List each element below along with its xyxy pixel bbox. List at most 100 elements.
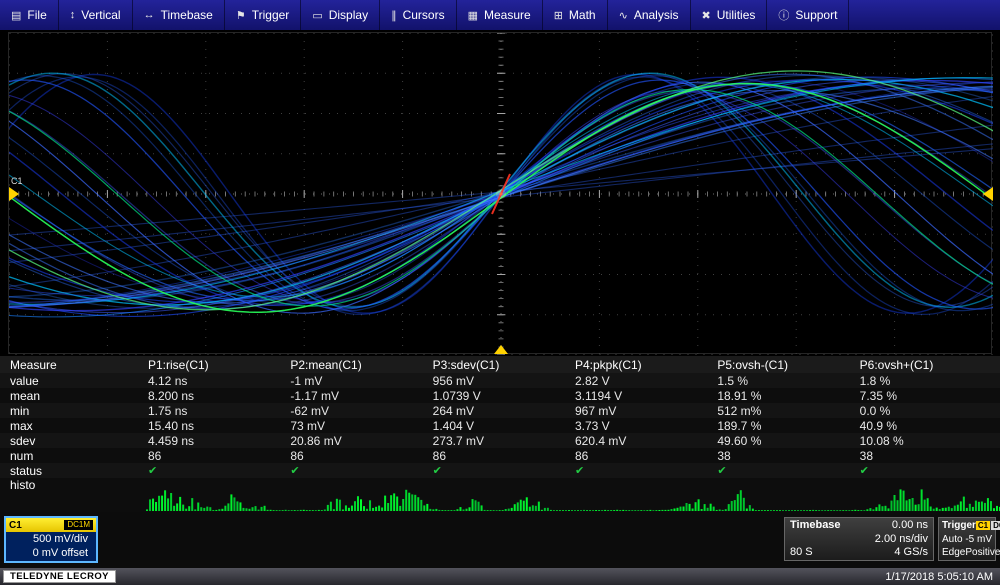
measure-header-p2[interactable]: P2:mean(C1)	[288, 358, 430, 372]
timebase-icon: ↔	[144, 9, 155, 21]
trigger-time-marker[interactable]	[494, 345, 508, 354]
menu-label-cursors: Cursors	[403, 8, 445, 22]
menu-item-cursors[interactable]: ∥ Cursors	[380, 0, 457, 30]
cell-sdev-p2: 20.86 mV	[288, 434, 430, 448]
cell-mean-p2: -1.17 mV	[288, 389, 430, 403]
trigger-icon: ⚑	[236, 9, 246, 22]
cell-mean-p5: 18.91 %	[715, 389, 857, 403]
cell-mean-p3: 1.0739 V	[431, 389, 573, 403]
timebase-title: Timebase	[790, 519, 841, 533]
menu-item-analysis[interactable]: ∿ Analysis	[608, 0, 691, 30]
cell-value-p6: 1.8 %	[858, 374, 1000, 388]
datetime-display: 1/17/2018 5:05:10 AM	[885, 571, 993, 583]
oscilloscope-app: ▤ File ↕Vertical ↔ Timebase ⚑Trigger ▭Disp…	[0, 0, 1000, 585]
cell-num-p5: 38	[715, 449, 857, 463]
cell-min-p5: 512 m%	[715, 404, 857, 418]
status-check-icon: ✔	[146, 464, 288, 477]
status-check-icon: ✔	[431, 464, 573, 477]
waveform-display[interactable]: C1	[8, 32, 992, 354]
menu-item-display[interactable]: ▭Display	[301, 0, 380, 30]
cell-sdev-p5: 49.60 %	[715, 434, 857, 448]
measure-table: Measure P1:rise(C1) P2:mean(C1) P3:sdev(…	[0, 356, 1000, 512]
row-label: histo	[0, 478, 146, 492]
menu-item-vertical[interactable]: ↕Vertical	[59, 0, 133, 30]
menu-label-analysis: Analysis	[634, 8, 679, 22]
measure-row-sdev: sdev 4.459 ns 20.86 mV 273.7 mV 620.4 mV…	[0, 433, 1000, 448]
measure-row-histo: histo	[0, 478, 1000, 512]
cell-num-p4: 86	[573, 449, 715, 463]
timebase-samples: 80 S	[790, 546, 813, 560]
cell-num-p1: 86	[146, 449, 288, 463]
menu-label-timebase: Timebase	[161, 8, 213, 22]
waveform-traces	[9, 33, 993, 355]
menu-item-trigger[interactable]: ⚑Trigger	[225, 0, 301, 30]
measure-row-num: num 86 86 86 86 38 38	[0, 448, 1000, 463]
menu-item-measure[interactable]: ▦ Measure	[457, 0, 543, 30]
status-check-icon: ✔	[573, 464, 715, 477]
cell-min-p4: 967 mV	[573, 404, 715, 418]
measure-header-p5[interactable]: P5:ovsh-(C1)	[715, 358, 857, 372]
descriptor-strip: C1 DC1M 500 mV/div 0 mV offset Timebase …	[0, 512, 1000, 568]
cursors-icon: ∥	[391, 9, 397, 22]
channel-label[interactable]: C1	[11, 176, 23, 186]
measure-header-p6[interactable]: P6:ovsh+(C1)	[858, 358, 1000, 372]
support-icon: ⓘ	[778, 7, 789, 23]
cell-max-p3: 1.404 V	[431, 419, 573, 433]
measure-header-row: Measure P1:rise(C1) P2:mean(C1) P3:sdev(…	[0, 356, 1000, 373]
cell-value-p1: 4.12 ns	[146, 374, 288, 388]
menu-item-utilities[interactable]: ✖Utilities	[691, 0, 768, 30]
row-label: sdev	[0, 434, 146, 448]
trigger-type: Edge	[942, 546, 965, 560]
file-icon: ▤	[11, 9, 21, 22]
cell-min-p6: 0.0 %	[858, 404, 1000, 418]
trigger-descriptor[interactable]: Trigger C1DC Auto -5 mV Edge Positive	[938, 517, 996, 561]
status-check-icon: ✔	[858, 464, 1000, 477]
measure-row-max: max 15.40 ns 73 mV 1.404 V 3.73 V 189.7 …	[0, 418, 1000, 433]
waveform-canvas: C1	[9, 33, 993, 355]
channel-name: C1	[9, 520, 22, 531]
measure-header-p1[interactable]: P1:rise(C1)	[146, 358, 288, 372]
trigger-level-marker[interactable]	[983, 187, 993, 201]
channel-offset: 0 mV offset	[6, 546, 96, 560]
menu-label-file: File	[27, 8, 46, 22]
trigger-source-badge: C1	[976, 521, 990, 530]
cell-value-p5: 1.5 %	[715, 374, 857, 388]
menu-item-support[interactable]: ⓘ Support	[767, 0, 849, 30]
analysis-icon: ∿	[619, 9, 628, 22]
status-check-icon: ✔	[715, 464, 857, 477]
cell-sdev-p1: 4.459 ns	[146, 434, 288, 448]
trigger-coupling-badge: DC	[991, 521, 1000, 530]
timebase-scale: 2.00 ns/div	[875, 533, 928, 547]
cell-num-p3: 86	[431, 449, 573, 463]
measure-icon: ▦	[468, 9, 478, 22]
display-icon: ▭	[312, 9, 322, 22]
menu-item-timebase[interactable]: ↔ Timebase	[133, 0, 225, 30]
row-label: min	[0, 404, 146, 418]
histogram-canvas	[146, 479, 1000, 511]
measure-header-label: Measure	[0, 358, 146, 372]
trigger-level: -5 mV	[965, 533, 992, 547]
measure-row-value: value 4.12 ns -1 mV 956 mV 2.82 V 1.5 % …	[0, 373, 1000, 388]
cell-mean-p4: 3.1194 V	[573, 389, 715, 403]
menu-label-measure: Measure	[484, 8, 531, 22]
cell-max-p2: 73 mV	[288, 419, 430, 433]
channel-descriptor-c1[interactable]: C1 DC1M 500 mV/div 0 mV offset	[4, 516, 98, 563]
menu-item-file[interactable]: ▤ File	[0, 0, 59, 30]
status-check-icon: ✔	[288, 464, 430, 477]
menu-item-math[interactable]: ⊞Math	[543, 0, 608, 30]
brand-logo: TELEDYNE LECROY	[3, 570, 116, 583]
cell-num-p6: 38	[858, 449, 1000, 463]
measure-header-p3[interactable]: P3:sdev(C1)	[431, 358, 573, 372]
cell-min-p1: 1.75 ns	[146, 404, 288, 418]
measure-header-p4[interactable]: P4:pkpk(C1)	[573, 358, 715, 372]
cell-num-p2: 86	[288, 449, 430, 463]
measure-row-status: status ✔ ✔ ✔ ✔ ✔ ✔	[0, 463, 1000, 478]
trigger-mode: Auto	[942, 533, 963, 547]
menu-label-support: Support	[795, 8, 837, 22]
timebase-rate: 4 GS/s	[894, 546, 928, 560]
menu-label-math: Math	[569, 8, 596, 22]
utilities-icon: ✖	[702, 9, 711, 22]
measure-row-mean: mean 8.200 ns -1.17 mV 1.0739 V 3.1194 V…	[0, 388, 1000, 403]
channel-coupling-badge: DC1M	[64, 520, 93, 530]
timebase-descriptor[interactable]: Timebase 0.00 ns 2.00 ns/div 80 S 4 GS/s	[784, 517, 934, 561]
